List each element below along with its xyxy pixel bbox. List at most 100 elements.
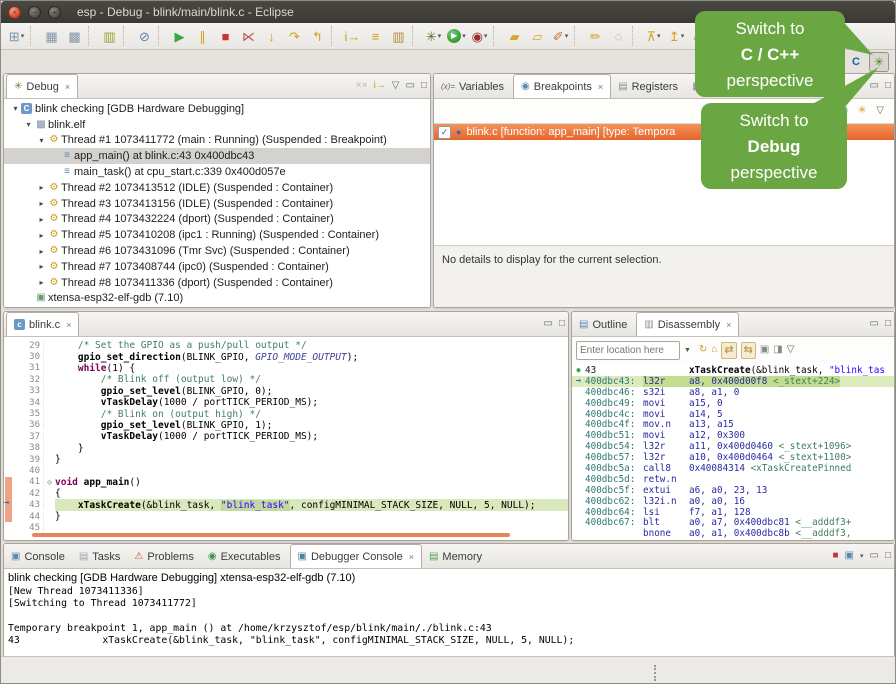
- debug-tree-row[interactable]: ≡app_main() at blink.c:43 0x400dbc43: [4, 148, 430, 164]
- view-menu-button[interactable]: ▽: [876, 106, 884, 116]
- sync-active-context-button[interactable]: ⇄: [721, 342, 736, 359]
- expand-arrow-icon[interactable]: ▸: [36, 215, 47, 224]
- mark-occurrences-button[interactable]: ◌: [607, 25, 630, 47]
- expand-arrow-icon[interactable]: ▸: [36, 247, 47, 256]
- refresh-button[interactable]: ↻: [699, 345, 707, 355]
- close-icon[interactable]: ×: [726, 320, 731, 330]
- maximize-button[interactable]: □: [885, 319, 891, 329]
- disasm-row[interactable]: 400dbc57:l32ra10, 0x400d0464 <_stext+110…: [572, 452, 894, 463]
- tab-registers[interactable]: ▤Registers: [611, 75, 685, 98]
- breakpoint-marker[interactable]: →: [4, 499, 16, 510]
- instruction-mode-button[interactable]: ▥: [387, 25, 410, 47]
- disasm-row[interactable]: 400dbc5a:call80x40084314 <xTaskCreatePin…: [572, 463, 894, 474]
- debug-launch-button[interactable]: ✳▾: [422, 25, 445, 47]
- code-line[interactable]: 37 vTaskDelay(1000 / portTICK_PERIOD_MS)…: [4, 431, 568, 442]
- code-line[interactable]: 31 while(1) {: [4, 363, 568, 374]
- disasm-row[interactable]: 400dbc4f:mov.na13, a15: [572, 419, 894, 430]
- maximize-button[interactable]: □: [885, 551, 891, 561]
- disasm-row[interactable]: 400dbc5d:retw.n: [572, 474, 894, 485]
- disasm-row[interactable]: 400dbc67:blta0, a7, 0x400dbc81 <__adddf3…: [572, 517, 894, 528]
- maximize-button[interactable]: □: [421, 81, 427, 91]
- cpp-perspective-button[interactable]: C: [846, 52, 866, 72]
- code-line[interactable]: 36 gpio_set_level(BLINK_GPIO, 1);: [4, 420, 568, 431]
- location-input[interactable]: [576, 341, 680, 360]
- code-line[interactable]: 41⊖void app_main(): [4, 477, 568, 488]
- view-menu-button[interactable]: ▽: [787, 345, 795, 355]
- coverage-launch-button[interactable]: ◉▾: [468, 25, 491, 47]
- step-over-button[interactable]: ↷: [283, 25, 306, 47]
- code-line[interactable]: 44}: [4, 511, 568, 522]
- dropdown-arrow-icon[interactable]: ▾: [860, 552, 864, 560]
- code-line[interactable]: 42{: [4, 488, 568, 499]
- tab-blink-c[interactable]: cblink.c×: [6, 312, 79, 336]
- view-menu-button[interactable]: ▽: [392, 81, 400, 91]
- format-brush-button[interactable]: ✏: [584, 25, 607, 47]
- debug-perspective-button[interactable]: ✳: [869, 52, 889, 72]
- expand-arrow-icon[interactable]: ▸: [36, 278, 47, 287]
- terminate-console-button[interactable]: ■: [832, 551, 838, 561]
- debug-tree-row[interactable]: ▾▩blink.elf: [4, 117, 430, 133]
- tab-variables[interactable]: (x)=Variables: [434, 75, 511, 98]
- tab-debugger-console[interactable]: ▣Debugger Console×: [290, 544, 422, 568]
- dropdown-arrow-icon[interactable]: ▾: [21, 32, 25, 40]
- save-all-button[interactable]: ▩: [63, 25, 86, 47]
- expand-arrow-icon[interactable]: ▸: [36, 183, 47, 192]
- close-icon[interactable]: ×: [66, 320, 71, 330]
- disasm-row[interactable]: 400dbc49:movia15, 0: [572, 398, 894, 409]
- minimize-button[interactable]: ▭: [870, 81, 879, 91]
- disasm-row[interactable]: →400dbc43:l32ra8, 0x400d00f8 <_stext+224…: [572, 376, 894, 387]
- debug-tree-row[interactable]: ▸⚙Thread #7 1073408744 (ipc0) (Suspended…: [4, 259, 430, 275]
- code-line[interactable]: 32 /* Blink off (output low) */: [4, 374, 568, 385]
- dropdown-arrow-icon[interactable]: ▾: [462, 32, 466, 40]
- dropdown-arrow-icon[interactable]: ▾: [565, 32, 569, 40]
- debug-tree-row[interactable]: ▾⚙Thread #1 1073411772 (main : Running) …: [4, 133, 430, 149]
- build-button[interactable]: ▥: [98, 25, 121, 47]
- minimize-button[interactable]: ▭: [870, 319, 879, 329]
- code-line[interactable]: 29 /* Set the GPIO as a push/pull output…: [4, 340, 568, 351]
- pin-editor-button[interactable]: ⊼▾: [642, 25, 665, 47]
- close-icon[interactable]: ×: [598, 82, 603, 92]
- debug-tree-row[interactable]: ≡main_task() at cpu_start.c:339 0x400d05…: [4, 164, 430, 180]
- code-editor[interactable]: 29 /* Set the GPIO as a push/pull output…: [4, 337, 568, 540]
- resume-button[interactable]: ▶: [168, 25, 191, 47]
- tab-outline[interactable]: ▤Outline: [572, 313, 634, 336]
- expand-arrow-icon[interactable]: ▸: [36, 231, 47, 240]
- expand-arrow-icon[interactable]: ▾: [23, 120, 34, 129]
- breakpoint-settings-button[interactable]: ✳: [858, 106, 866, 116]
- tab-breakpoints[interactable]: ◉Breakpoints×: [513, 74, 611, 98]
- terminate-button[interactable]: ■: [214, 25, 237, 47]
- expand-arrow-icon[interactable]: ▾: [36, 136, 47, 145]
- debug-tree-row[interactable]: ▸⚙Thread #5 1073410208 (ipc1 : Running) …: [4, 227, 430, 243]
- expand-arrow-icon[interactable]: ▸: [36, 199, 47, 208]
- disassembly-listing[interactable]: ●43xTaskCreate(&blink_task, "blink_tas→4…: [572, 363, 894, 540]
- code-line[interactable]: 45: [4, 522, 568, 533]
- dropdown-arrow-icon[interactable]: ▾: [657, 32, 661, 40]
- dropdown-arrow-icon[interactable]: ▾: [681, 32, 685, 40]
- disasm-row[interactable]: 400dbc54:l32ra11, 0x400d0460 <_stext+109…: [572, 441, 894, 452]
- close-icon[interactable]: ×: [409, 552, 414, 562]
- use-step-filters-button[interactable]: ≡: [364, 25, 387, 47]
- window-close-button[interactable]: ×: [8, 6, 21, 19]
- run-launch-button[interactable]: ▶▾: [445, 25, 468, 47]
- code-line[interactable]: 30 gpio_set_direction(BLINK_GPIO, GPIO_M…: [4, 351, 568, 362]
- sash-drag-handle[interactable]: [654, 665, 659, 681]
- code-line[interactable]: →43 xTaskCreate(&blink_task, "blink_task…: [4, 499, 568, 510]
- editor-horizontal-scrollbar[interactable]: [32, 533, 510, 537]
- code-line[interactable]: 35 /* Blink on (output high) */: [4, 408, 568, 419]
- dropdown-arrow-icon[interactable]: ▾: [484, 32, 488, 40]
- dropdown-arrow-icon[interactable]: ▾: [438, 32, 442, 40]
- minimize-button[interactable]: ▭: [870, 551, 879, 561]
- tab-executables[interactable]: ◉Executables: [201, 545, 288, 568]
- tab-disassembly[interactable]: ▥Disassembly×: [636, 312, 739, 336]
- disasm-row[interactable]: ●43xTaskCreate(&blink_task, "blink_tas: [572, 365, 894, 376]
- tab-debug[interactable]: ✳Debug×: [6, 74, 78, 98]
- step-return-button[interactable]: ↰: [306, 25, 329, 47]
- breakpoint-checkbox[interactable]: ✓: [438, 126, 451, 139]
- last-edit-location-button[interactable]: ↥▾: [665, 25, 688, 47]
- instruction-step-toggle-button[interactable]: i→: [374, 81, 386, 91]
- fold-marker-icon[interactable]: ⊖: [44, 478, 55, 487]
- expand-arrow-icon[interactable]: ▾: [10, 104, 21, 113]
- open-folder-2-button[interactable]: ▱: [526, 25, 549, 47]
- disasm-row[interactable]: bnonea0, a1, 0x400dbc8b <__adddf3,: [572, 528, 894, 539]
- step-into-button[interactable]: ↓: [260, 25, 283, 47]
